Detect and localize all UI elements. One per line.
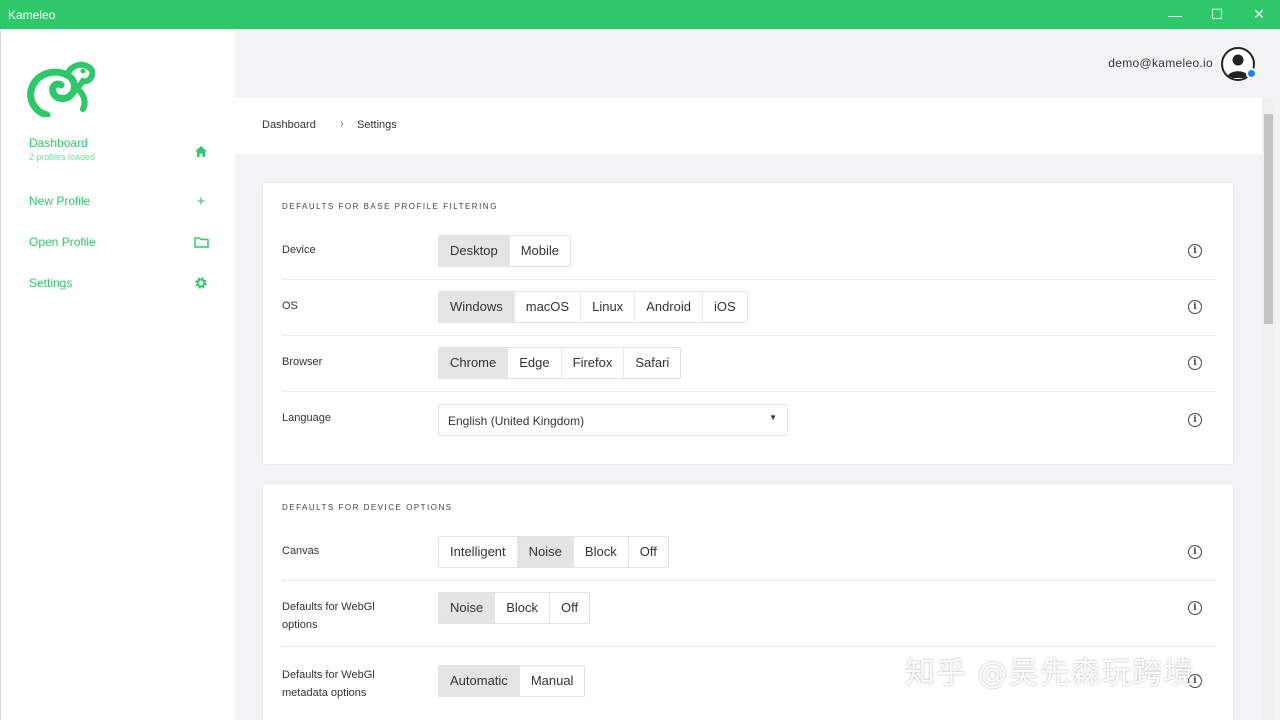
home-icon: [191, 141, 211, 161]
canvas-row: Canvas Intelligent Noise Block Off i: [282, 524, 1216, 581]
settings-content[interactable]: DEFAULTS FOR BASE PROFILE FILTERING Devi…: [235, 154, 1262, 720]
window-title: Kameleo: [8, 7, 56, 22]
webgl-label-line1: Defaults for WebGl: [282, 601, 375, 613]
device-selector: Desktop Mobile: [438, 235, 571, 267]
info-icon[interactable]: i: [1188, 601, 1202, 615]
language-label: Language: [282, 412, 331, 424]
os-selector: Windows macOS Linux Android iOS: [438, 291, 748, 323]
device-option-mobile[interactable]: Mobile: [510, 236, 570, 266]
canvas-label: Canvas: [282, 545, 320, 557]
close-button[interactable]: ✕: [1238, 0, 1280, 29]
language-value: English (United Kingdom): [448, 414, 585, 428]
browser-option-safari[interactable]: Safari: [624, 348, 680, 378]
language-row: Language English (United Kingdom) ▼ i: [282, 392, 1216, 448]
status-badge: [1246, 68, 1257, 79]
device-option-desktop[interactable]: Desktop: [439, 236, 510, 266]
webgl-metadata-label: Defaults for WebGl metadata options: [282, 666, 375, 702]
plus-icon: +: [196, 192, 206, 210]
title-bar: Kameleo — ☐ ✕: [0, 0, 1280, 29]
sidebar: Dashboard 2 profiles loaded New Profile …: [0, 29, 235, 720]
gear-icon: [191, 273, 211, 293]
base-filtering-card: DEFAULTS FOR BASE PROFILE FILTERING Devi…: [262, 182, 1234, 465]
profiles-loaded-text: 2 profiles loaded: [29, 152, 96, 162]
browser-option-edge[interactable]: Edge: [508, 348, 562, 378]
top-bar: demo@kameleo.io: [235, 29, 1275, 98]
os-option-linux[interactable]: Linux: [581, 292, 636, 322]
browser-selector: Chrome Edge Firefox Safari: [438, 347, 682, 379]
canvas-option-noise[interactable]: Noise: [517, 537, 574, 567]
info-icon[interactable]: i: [1188, 300, 1202, 314]
sidebar-item-label: Dashboard: [29, 136, 88, 150]
language-select[interactable]: English (United Kingdom) ▼: [438, 404, 788, 436]
maximize-button[interactable]: ☐: [1196, 0, 1238, 29]
device-label: Device: [282, 244, 316, 256]
section-heading: DEFAULTS FOR DEVICE OPTIONS: [282, 503, 453, 512]
webgl-option-off[interactable]: Off: [550, 593, 589, 623]
webgl-selector: Noise Block Off: [438, 592, 591, 624]
webgl-metadata-label-line1: Defaults for WebGl: [282, 669, 375, 681]
sidebar-item-dashboard[interactable]: Dashboard 2 profiles loaded: [1, 133, 236, 169]
browser-row: Browser Chrome Edge Firefox Safari i: [282, 336, 1216, 392]
info-icon[interactable]: i: [1188, 244, 1202, 258]
webgl-metadata-option-manual[interactable]: Manual: [520, 666, 585, 696]
scrollbar[interactable]: [1262, 98, 1275, 720]
browser-option-firefox[interactable]: Firefox: [562, 348, 625, 378]
os-option-windows[interactable]: Windows: [439, 292, 515, 322]
user-email[interactable]: demo@kameleo.io: [1108, 56, 1213, 70]
breadcrumb: Dashboard › Settings: [235, 98, 1262, 154]
webgl-metadata-option-automatic[interactable]: Automatic: [439, 666, 520, 696]
os-label: OS: [282, 300, 298, 312]
sidebar-item-open-profile[interactable]: Open Profile: [1, 232, 236, 268]
info-icon[interactable]: i: [1188, 413, 1202, 427]
browser-option-chrome[interactable]: Chrome: [439, 348, 509, 378]
webgl-metadata-selector: Automatic Manual: [438, 665, 586, 697]
sidebar-item-label: New Profile: [29, 194, 91, 208]
webgl-row: Defaults for WebGl options Noise Block O…: [282, 581, 1216, 647]
canvas-option-block[interactable]: Block: [574, 537, 629, 567]
webgl-label: Defaults for WebGl options: [282, 598, 375, 634]
scrollbar-thumb[interactable]: [1264, 114, 1273, 324]
canvas-selector: Intelligent Noise Block Off: [438, 536, 669, 568]
sidebar-item-new-profile[interactable]: New Profile +: [1, 191, 236, 227]
webgl-label-line2: options: [282, 619, 318, 631]
folder-icon: [191, 232, 211, 252]
webgl-option-block[interactable]: Block: [495, 593, 551, 623]
sidebar-item-settings[interactable]: Settings: [1, 273, 236, 309]
info-icon[interactable]: i: [1188, 545, 1202, 559]
kameleo-logo-icon: [27, 61, 95, 117]
watermark-text: 知乎 @吴先森玩跨境: [905, 656, 1195, 691]
browser-label: Browser: [282, 356, 323, 368]
breadcrumb-separator: ›: [340, 118, 344, 130]
breadcrumb-dashboard[interactable]: Dashboard: [262, 119, 316, 131]
sidebar-item-label: Settings: [29, 276, 73, 290]
section-heading: DEFAULTS FOR BASE PROFILE FILTERING: [282, 202, 498, 211]
device-row: Device Desktop Mobile i: [282, 223, 1216, 280]
webgl-option-noise[interactable]: Noise: [439, 593, 496, 623]
minimize-button[interactable]: —: [1154, 0, 1196, 29]
caret-down-icon: ▼: [769, 413, 777, 422]
canvas-option-off[interactable]: Off: [629, 537, 668, 567]
sidebar-item-label: Open Profile: [29, 235, 96, 249]
webgl-metadata-label-line2: metadata options: [282, 687, 367, 699]
canvas-option-intelligent[interactable]: Intelligent: [439, 537, 518, 567]
os-option-android[interactable]: Android: [635, 292, 703, 322]
breadcrumb-settings: Settings: [357, 119, 397, 131]
os-row: OS Windows macOS Linux Android iOS i: [282, 280, 1216, 336]
os-option-ios[interactable]: iOS: [703, 292, 747, 322]
os-option-macos[interactable]: macOS: [515, 292, 582, 322]
info-icon[interactable]: i: [1188, 356, 1202, 370]
